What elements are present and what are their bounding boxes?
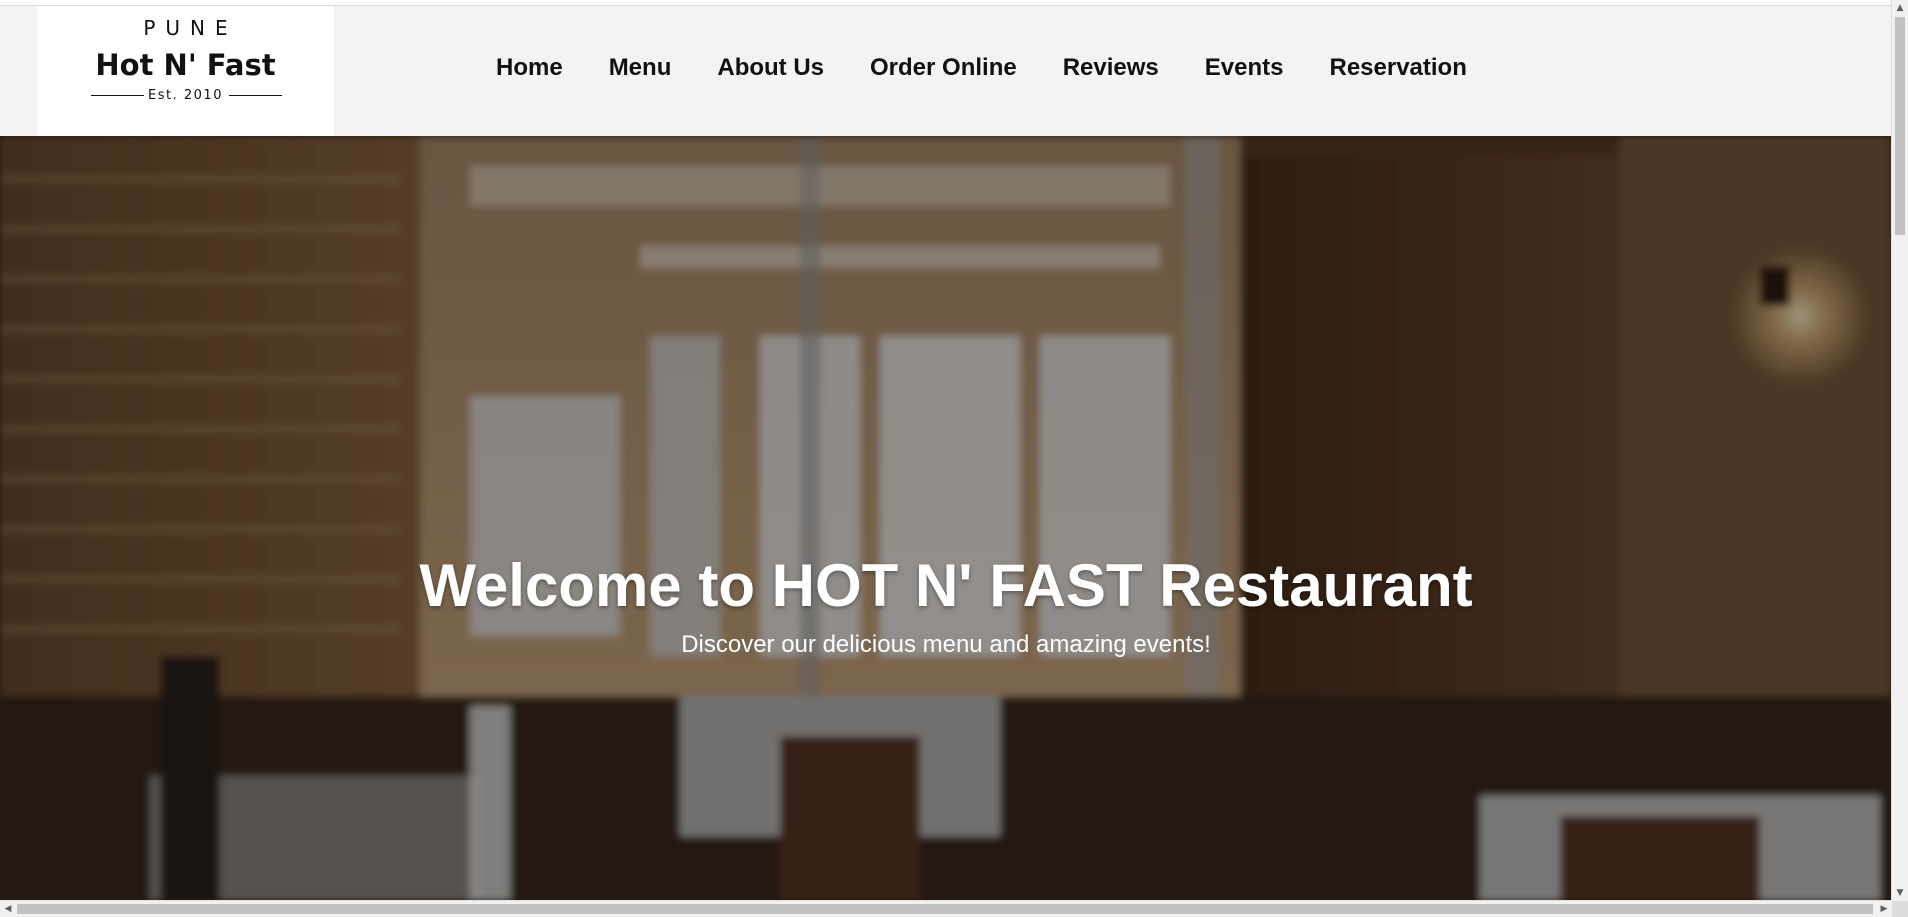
horizontal-scrollbar[interactable]: ◀ ▶	[0, 900, 1892, 917]
scroll-up-arrow-icon[interactable]: ▲	[1892, 0, 1908, 16]
browser-viewport: PUNE Hot N' Fast Est. 2010 Home Menu Abo…	[0, 0, 1908, 917]
site-header: PUNE Hot N' Fast Est. 2010 Home Menu Abo…	[0, 6, 1892, 136]
nav-link-reviews[interactable]: Reviews	[1063, 48, 1159, 88]
vertical-scrollbar[interactable]: ▲ ▼	[1891, 0, 1908, 901]
logo[interactable]: PUNE Hot N' Fast Est. 2010	[37, 6, 334, 136]
nav-link-home[interactable]: Home	[496, 48, 563, 88]
nav-link-menu[interactable]: Menu	[609, 48, 672, 88]
hero-overlay	[0, 136, 1892, 901]
main-nav: Home Menu About Us Order Online Reviews …	[496, 48, 1513, 88]
logo-divider-right	[229, 95, 282, 96]
vertical-scroll-thumb[interactable]	[1895, 17, 1905, 235]
nav-link-events[interactable]: Events	[1205, 48, 1284, 88]
scroll-left-arrow-icon[interactable]: ◀	[0, 901, 16, 917]
scroll-right-arrow-icon[interactable]: ▶	[1876, 901, 1892, 917]
scroll-down-arrow-icon[interactable]: ▼	[1892, 885, 1908, 901]
logo-established: Est. 2010	[148, 88, 223, 103]
scrollbar-corner	[1892, 901, 1908, 917]
horizontal-scroll-thumb[interactable]	[17, 904, 1873, 914]
nav-link-reservation[interactable]: Reservation	[1329, 48, 1466, 88]
hero-subtitle: Discover our delicious menu and amazing …	[681, 631, 1211, 658]
nav-link-order-online[interactable]: Order Online	[870, 48, 1017, 88]
nav-link-about-us[interactable]: About Us	[717, 48, 824, 88]
logo-name: Hot N' Fast	[95, 48, 276, 82]
logo-city: PUNE	[143, 16, 238, 40]
hero-section: Welcome to HOT N' FAST Restaurant Discov…	[0, 136, 1892, 901]
hero-title: Welcome to HOT N' FAST Restaurant	[419, 552, 1473, 619]
